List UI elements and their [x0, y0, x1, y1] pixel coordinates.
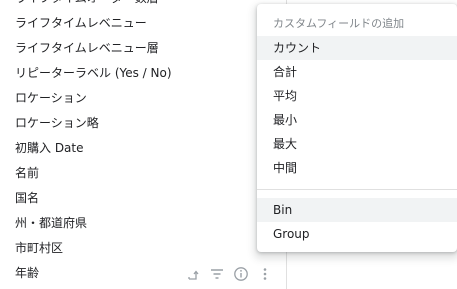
pivot-icon[interactable]	[185, 266, 201, 282]
field-label: 初購入 Date	[15, 141, 84, 155]
info-icon[interactable]	[233, 266, 249, 282]
field-label: 州・都道府県	[15, 216, 88, 230]
field-item[interactable]: 州・都道府県	[0, 211, 285, 236]
field-label: ロケーション	[15, 91, 87, 105]
field-label: 国名	[15, 191, 40, 205]
more-vert-icon[interactable]	[257, 266, 273, 282]
field-item[interactable]: 国名	[0, 186, 285, 211]
menu-item-group[interactable]: Group	[257, 222, 457, 246]
menu-item-count[interactable]: カウント	[257, 36, 457, 60]
field-item[interactable]: ライフタイムレベニュー	[0, 11, 285, 36]
field-item[interactable]: 市町村区	[0, 236, 285, 261]
field-item[interactable]: ロケーション	[0, 86, 285, 111]
menu-item-sum[interactable]: 合計	[257, 60, 457, 84]
menu-divider	[257, 189, 457, 190]
field-label: リピーターラベル (Yes / No)	[15, 66, 172, 80]
field-label: ロケーション略	[15, 116, 99, 130]
field-item[interactable]: ライフタイムレベニュー層	[0, 36, 285, 61]
menu-item-min[interactable]: 最小	[257, 108, 457, 132]
add-custom-field-menu: カスタムフィールドの追加 カウント 合計 平均 最小 最大 中間 Bin Gro…	[257, 4, 457, 252]
field-label: 名前	[15, 166, 40, 180]
menu-item-max[interactable]: 最大	[257, 132, 457, 156]
menu-item-median[interactable]: 中間	[257, 156, 457, 180]
field-item[interactable]: 初購入 Date	[0, 136, 285, 161]
menu-item-average[interactable]: 平均	[257, 84, 457, 108]
field-label: 市町村区	[15, 241, 64, 255]
field-list: ライフタイムオーダー数層 ライフタイムレベニュー ライフタイムレベニュー層 リピ…	[0, 0, 285, 286]
field-item[interactable]: リピーターラベル (Yes / No)	[0, 61, 285, 86]
field-item[interactable]: 名前	[0, 161, 285, 186]
row-actions	[185, 261, 273, 286]
field-label: ライフタイムレベニュー	[15, 16, 147, 30]
field-item[interactable]: ロケーション略	[0, 111, 285, 136]
field-label: ライフタイムレベニュー層	[15, 41, 159, 55]
field-item[interactable]: ライフタイムオーダー数層	[0, 0, 285, 11]
menu-header: カスタムフィールドの追加	[273, 17, 405, 30]
filter-icon[interactable]	[209, 266, 225, 282]
field-label: ライフタイムオーダー数層	[15, 0, 159, 11]
field-label: 年齢	[15, 266, 40, 280]
field-item-age[interactable]: 年齢	[0, 261, 285, 286]
field-picker-view: ライフタイムオーダー数層 ライフタイムレベニュー ライフタイムレベニュー層 リピ…	[0, 0, 457, 289]
menu-item-bin[interactable]: Bin	[257, 198, 457, 222]
